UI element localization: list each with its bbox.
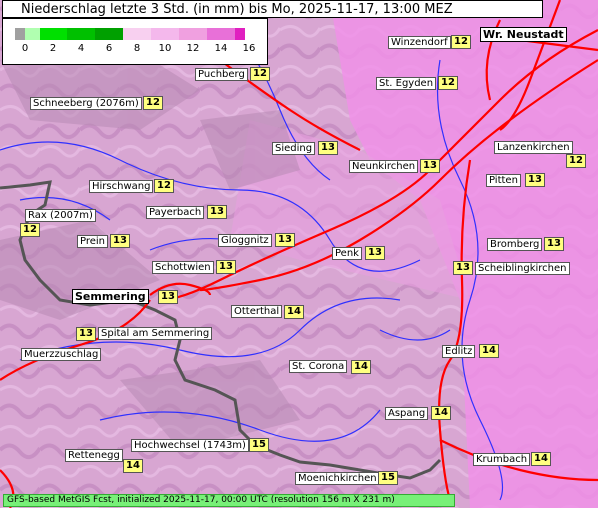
precip-value: 13: [216, 260, 236, 274]
precip-value: 12: [566, 154, 586, 168]
precip-value: 13: [76, 327, 96, 341]
place-label: Rax (2007m): [25, 209, 96, 222]
legend-tick: 4: [77, 43, 85, 54]
precip-value: 13: [453, 261, 473, 275]
forecast-footer: GFS-based MetGIS Fcst, initialized 2025-…: [3, 494, 455, 507]
place-label: Lanzenkirchen: [494, 141, 573, 154]
precip-value: 13: [544, 237, 564, 251]
place-label: Neunkirchen: [349, 160, 419, 173]
place-label: Schottwien: [152, 261, 214, 274]
place-label: Hochwechsel (1743m): [131, 439, 249, 452]
precip-value: 12: [20, 223, 40, 237]
legend-tick: 12: [186, 43, 200, 54]
precip-value: 13: [275, 233, 295, 247]
place-label: Semmering: [72, 289, 149, 304]
legend-tick: 10: [158, 43, 172, 54]
precip-value: 14: [479, 344, 499, 358]
legend-tick: 6: [105, 43, 113, 54]
legend-color-scale: [15, 28, 245, 40]
place-label: Krumbach: [473, 453, 531, 466]
place-label: Pitten: [486, 174, 521, 187]
precip-value: 13: [318, 141, 338, 155]
precip-value: 13: [158, 290, 178, 304]
precip-value: 12: [438, 76, 458, 90]
place-label: Payerbach: [146, 206, 205, 219]
precipitation-map: [0, 0, 598, 508]
place-label: Sieding: [272, 142, 316, 155]
precip-value: 13: [420, 159, 440, 173]
place-label: Gloggnitz: [218, 234, 272, 247]
place-label: Schneeberg (2076m): [30, 97, 142, 110]
legend-tick: 14: [214, 43, 228, 54]
place-label: St. Egyden: [376, 77, 437, 90]
precip-value: 12: [143, 96, 163, 110]
place-label: Hirschwang: [89, 180, 154, 193]
precip-value: 15: [249, 438, 269, 452]
place-label: Scheiblingkirchen: [475, 262, 570, 275]
precip-value: 14: [431, 406, 451, 420]
place-label: Muerzzuschlag: [21, 348, 102, 361]
place-label: Rettenegg: [65, 449, 123, 462]
precip-value: 14: [351, 360, 371, 374]
place-label: St. Corona: [289, 360, 348, 373]
legend-tick: 16: [242, 43, 256, 54]
precip-value: 15: [378, 471, 398, 485]
place-label: Wr. Neustadt: [480, 27, 567, 42]
place-label: Puchberg: [195, 68, 248, 81]
precip-value: 14: [123, 459, 143, 473]
legend-tick: 0: [21, 43, 29, 54]
precip-value: 13: [365, 246, 385, 260]
place-label: Penk: [332, 247, 362, 260]
legend-tick: 2: [49, 43, 57, 54]
precip-value: 14: [531, 452, 551, 466]
precip-value: 13: [207, 205, 227, 219]
precip-value: 12: [250, 67, 270, 81]
precip-value: 13: [525, 173, 545, 187]
precip-value: 13: [110, 234, 130, 248]
place-label: Edlitz: [442, 345, 476, 358]
place-label: Winzendorf: [388, 36, 451, 49]
place-label: Aspang: [385, 407, 429, 420]
precip-value: 12: [154, 179, 174, 193]
place-label: Otterthal: [231, 305, 283, 318]
legend-tick: 8: [133, 43, 141, 54]
precipitation-legend: 0 2 4 6 8 10 12 14 16: [2, 18, 268, 65]
place-label: Bromberg: [487, 238, 543, 251]
map-title: Niederschlag letzte 3 Std. (in mm) bis M…: [2, 0, 543, 18]
place-label: Moenichkirchen: [295, 472, 380, 485]
precip-value: 12: [451, 35, 471, 49]
precip-value: 14: [284, 305, 304, 319]
place-label: Spital am Semmering: [98, 327, 213, 340]
place-label: Prein: [77, 235, 109, 248]
